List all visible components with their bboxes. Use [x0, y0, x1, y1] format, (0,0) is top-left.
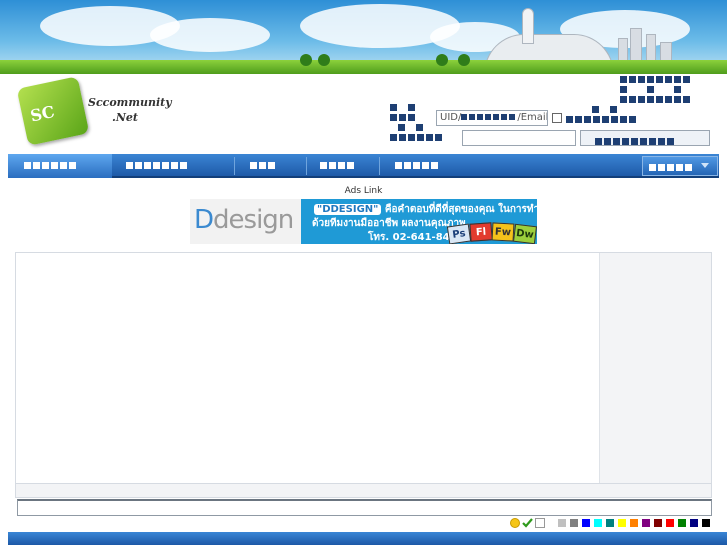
- online-users-panel[interactable]: [599, 253, 711, 483]
- chevron-down-icon: [701, 163, 709, 168]
- main-nav: [8, 154, 719, 178]
- color-swatch[interactable]: [558, 519, 566, 527]
- email-label: /Email: [517, 112, 548, 123]
- ad-subline: ด้วยทีมงานมืออาชีพ ผลงานคุณภาพ: [312, 218, 466, 229]
- blank-square-icon[interactable]: [535, 518, 545, 528]
- username-input[interactable]: UID/ /Email: [436, 110, 548, 126]
- nav-tab-2[interactable]: [112, 154, 232, 178]
- uid-label: UID/: [440, 112, 462, 123]
- color-swatch[interactable]: [594, 519, 602, 527]
- logo-wordmark-suffix: .Net: [112, 111, 138, 124]
- fireworks-icon: Fw: [491, 222, 515, 242]
- nav-tab-4[interactable]: [308, 154, 378, 178]
- checkmark-icon[interactable]: [522, 518, 533, 528]
- password-input[interactable]: [462, 130, 576, 146]
- remember-me-checkbox[interactable]: [552, 113, 562, 123]
- color-swatch[interactable]: [606, 519, 614, 527]
- message-input[interactable]: [17, 499, 712, 516]
- site-logo[interactable]: SC Sccommunity .Net: [16, 76, 176, 146]
- color-swatch[interactable]: [690, 519, 698, 527]
- login-form: UID/ /Email: [388, 100, 718, 150]
- color-swatch[interactable]: [618, 519, 626, 527]
- ads-label: Ads Link: [344, 186, 383, 196]
- color-swatch[interactable]: [570, 519, 578, 527]
- member-menu-dropdown[interactable]: [642, 156, 718, 176]
- chat-messages-panel[interactable]: [18, 255, 597, 481]
- ad-headline: "DDESIGN" คือคำตอบที่ดีที่สุดของคุณ ในกา…: [314, 202, 537, 217]
- color-swatch[interactable]: [678, 519, 686, 527]
- nav-tab-3[interactable]: [236, 154, 306, 178]
- nav-tab-home[interactable]: [8, 154, 112, 178]
- smiley-icon[interactable]: [510, 518, 520, 528]
- flash-icon: Fl: [469, 222, 493, 242]
- color-swatch[interactable]: [582, 519, 590, 527]
- chat-status-bar: [15, 484, 712, 498]
- header-banner: [0, 0, 727, 74]
- color-swatch[interactable]: [630, 519, 638, 527]
- photoshop-icon: Ps: [446, 223, 472, 244]
- color-swatch[interactable]: [666, 519, 674, 527]
- dreamweaver-icon: Dw: [512, 223, 537, 244]
- nav-tab-5[interactable]: [381, 154, 461, 178]
- logo-wordmark: Sccommunity: [88, 96, 172, 109]
- footer-bar: [0, 532, 727, 545]
- chat-frame: [15, 252, 712, 484]
- color-swatch[interactable]: [702, 519, 710, 527]
- color-swatch[interactable]: [654, 519, 662, 527]
- logo-emblem: SC: [16, 76, 90, 146]
- top-links-placeholder: [620, 72, 700, 103]
- login-button[interactable]: [580, 130, 710, 146]
- ad-banner[interactable]: Ddesign "DDESIGN" คือคำตอบที่ดีที่สุดของ…: [190, 199, 537, 244]
- ad-logo: Ddesign: [194, 205, 294, 235]
- chat-toolbar: [508, 518, 713, 530]
- color-swatch[interactable]: [642, 519, 650, 527]
